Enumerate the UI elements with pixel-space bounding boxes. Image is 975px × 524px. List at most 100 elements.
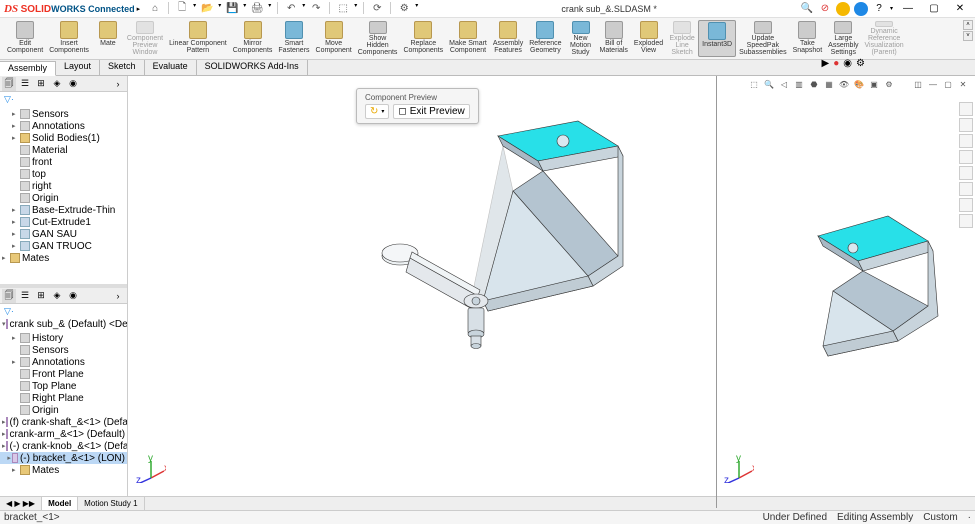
prev-view-icon[interactable]: ◁ [778, 78, 790, 90]
tree-node[interactable]: front [0, 156, 127, 168]
view-orientation-icon[interactable]: ⬣ [808, 78, 820, 90]
tree-caret-icon[interactable]: ▸ [12, 134, 20, 142]
tree-caret-icon[interactable]: ▸ [12, 122, 20, 130]
tree-expand-icon[interactable]: › [111, 77, 125, 91]
record-icon[interactable]: ◉ [843, 58, 852, 69]
task-pane-home-icon[interactable] [959, 102, 973, 116]
insert-components-button[interactable]: Insert Components [46, 20, 92, 57]
task-pane-resources-icon[interactable] [959, 118, 973, 132]
viewport-menu-icon[interactable]: ◫ [912, 78, 924, 90]
edit-component-button[interactable]: Edit Component [4, 20, 46, 57]
view-settings-icon[interactable]: ⚙ [883, 78, 895, 90]
exit-preview-button[interactable]: ◻ Exit Preview [393, 104, 469, 119]
tree-node[interactable]: ▸(f) crank-shaft_&<1> (Default) < [0, 416, 127, 428]
tree-node[interactable]: ▸Annotations [0, 120, 127, 132]
tree-caret-icon[interactable]: ▸ [12, 242, 20, 250]
task-pane-view-palette-icon[interactable] [959, 166, 973, 180]
tree-caret-icon[interactable]: ▸ [12, 206, 20, 214]
select-icon[interactable]: ⬚ [336, 2, 350, 16]
viewport-min-icon[interactable]: — [927, 78, 939, 90]
close-button[interactable]: ✕ [949, 2, 971, 16]
tree-node[interactable]: ▸Sensors [0, 108, 127, 120]
notification-icon[interactable] [836, 2, 850, 16]
status-units[interactable]: Custom [923, 512, 957, 523]
tree-node[interactable]: ▸Base-Extrude-Thin [0, 204, 127, 216]
take-snapshot-button[interactable]: Take Snapshot [790, 20, 826, 57]
instant3d-button[interactable]: Instant3D [698, 20, 736, 57]
zoom-area-icon[interactable]: 🔍 [763, 78, 775, 90]
move-component-button[interactable]: Move Component [313, 20, 355, 57]
tree-node[interactable]: ▸Mates [0, 464, 127, 476]
maximize-button[interactable]: ▢ [923, 2, 945, 16]
bill-of-materials-button[interactable]: Bill of Materials [597, 20, 631, 57]
tree-filter-2[interactable]: ▽· [0, 304, 127, 318]
status-extra-icon[interactable]: · [968, 512, 971, 523]
dimxpert-tab-icon[interactable]: ◈ [50, 77, 64, 91]
tree-node[interactable]: Material [0, 144, 127, 156]
tree-caret-icon[interactable]: ▸ [12, 358, 20, 366]
viewport-max-icon[interactable]: ▢ [942, 78, 954, 90]
tab-addins[interactable]: SOLIDWORKS Add-Ins [197, 60, 308, 75]
play-icon[interactable]: ▶ [822, 58, 830, 69]
mate-button[interactable]: Mate [92, 20, 124, 57]
stop-icon[interactable]: ● [833, 58, 839, 69]
feature-manager-tab-icon[interactable]: 🗐 [2, 77, 16, 91]
assembly-features-button[interactable]: Assembly Features [490, 20, 526, 57]
tree-caret-icon[interactable]: ▸ [12, 466, 20, 474]
viewport-close-icon[interactable]: ✕ [957, 78, 969, 90]
feature-manager-tab-icon-2[interactable]: 🗐 [2, 289, 16, 303]
section-view-icon[interactable]: ▥ [793, 78, 805, 90]
make-smart-component-button[interactable]: Make Smart Component [446, 20, 490, 57]
task-pane-appearances-icon[interactable] [959, 182, 973, 196]
tree-node[interactable]: ▸Cut-Extrude1 [0, 216, 127, 228]
new-icon[interactable]: 🗋 [175, 2, 189, 16]
configuration-manager-tab-icon-2[interactable]: ⊞ [34, 289, 48, 303]
tree-filter[interactable]: ▽· [0, 92, 127, 106]
assembly-root-node[interactable]: ▾ crank sub_& (Default) <Default_Disp [0, 318, 127, 330]
dimxpert-tab-icon-2[interactable]: ◈ [50, 289, 64, 303]
tree-node[interactable]: Origin [0, 404, 127, 416]
property-manager-tab-icon[interactable]: ☰ [18, 77, 32, 91]
tree-caret-icon[interactable]: ▸ [12, 230, 20, 238]
undo-icon[interactable]: ↶ [284, 2, 298, 16]
tree-node[interactable]: ▸History [0, 332, 127, 344]
viewport-splitter[interactable] [716, 76, 717, 508]
apply-scene-icon[interactable]: ▣ [868, 78, 880, 90]
settings-icon[interactable]: ⚙ [856, 58, 865, 69]
tree-node[interactable]: Front Plane [0, 368, 127, 380]
task-pane-design-library-icon[interactable] [959, 134, 973, 148]
preview-sync-button[interactable]: ↻ ▾ [365, 104, 389, 119]
tab-assembly[interactable]: Assembly [0, 61, 56, 76]
print-icon[interactable]: 🖨 [250, 2, 264, 16]
bottom-tab-motion-study-1[interactable]: Motion Study 1 [78, 497, 144, 510]
tab-layout[interactable]: Layout [56, 60, 100, 75]
smart-fasteners-button[interactable]: Smart Fasteners [275, 20, 312, 57]
tree-node[interactable]: ▸Annotations [0, 356, 127, 368]
save-icon[interactable]: 💾 [225, 2, 239, 16]
task-pane-file-explorer-icon[interactable] [959, 150, 973, 164]
tree-caret-icon[interactable]: ▸ [2, 254, 10, 262]
cloud-icon[interactable]: ⊘ [818, 2, 832, 16]
update-speedpak-button[interactable]: Update SpeedPak Subassemblies [736, 20, 789, 57]
new-motion-study-button[interactable]: New Motion Study [565, 20, 597, 57]
tree-caret-icon[interactable]: ▸ [12, 218, 20, 226]
tab-sketch[interactable]: Sketch [100, 60, 145, 75]
tree-node[interactable]: Right Plane [0, 392, 127, 404]
ribbon-scroll-down-icon[interactable]: ˅ [963, 31, 973, 41]
edit-appearance-icon[interactable]: 🎨 [853, 78, 865, 90]
search-icon[interactable]: 🔍 [800, 2, 814, 16]
property-manager-tab-icon-2[interactable]: ☰ [18, 289, 32, 303]
tree-node[interactable]: top [0, 168, 127, 180]
zoom-fit-icon[interactable]: ⬚ [748, 78, 760, 90]
tree-node[interactable]: ▸crank-arm_&<1> (Default) < [0, 428, 127, 440]
reference-geometry-button[interactable]: Reference Geometry [526, 20, 564, 57]
hide-show-icon[interactable]: 👁 [838, 78, 850, 90]
redo-icon[interactable]: ↷ [309, 2, 323, 16]
display-style-icon[interactable]: ▦ [823, 78, 835, 90]
exploded-view-button[interactable]: Exploded View [631, 20, 666, 57]
task-pane-custom-properties-icon[interactable] [959, 198, 973, 212]
rebuild-icon[interactable]: ⟳ [370, 2, 384, 16]
tree-node[interactable]: right [0, 180, 127, 192]
open-icon[interactable]: 📂 [200, 2, 214, 16]
tree-node[interactable]: ▸GAN SAU [0, 228, 127, 240]
